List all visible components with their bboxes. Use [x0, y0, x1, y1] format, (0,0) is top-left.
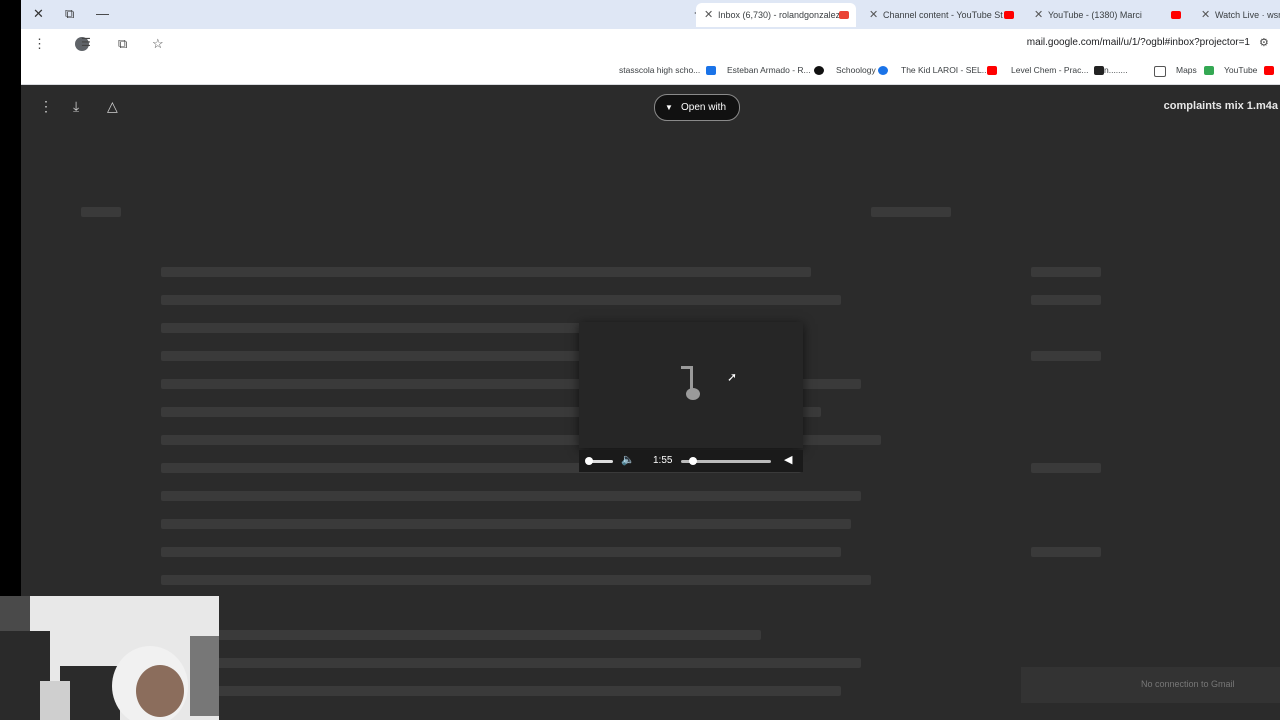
ghost-email-row [161, 519, 851, 529]
seek-knob[interactable] [689, 457, 697, 465]
gmail-icon [839, 11, 849, 19]
bookmark-youtube[interactable]: YouTube [1224, 65, 1257, 75]
maps-icon [1204, 66, 1214, 75]
tab-channel-content[interactable]: ✕ Channel content - YouTube St [861, 3, 1021, 27]
tab-search-icon[interactable]: ⧉ [118, 36, 127, 52]
tab-close-icon[interactable]: ✕ [1201, 3, 1210, 27]
youtube-icon [1171, 11, 1181, 19]
tab-watch-live[interactable]: ✕ Watch Live · wsn- [1193, 3, 1280, 27]
ghost-sender [1031, 267, 1101, 277]
school-icon [706, 66, 716, 75]
browser-toolbar: ⋮ ☰ ⧉ ☆ mail.google.com/mail/u/1/?ogbl#i… [21, 29, 1280, 59]
notification-toast: No connection to Gmail [1021, 667, 1280, 703]
audio-player[interactable]: ➚ [579, 322, 803, 448]
level-chem-icon [1094, 66, 1104, 75]
youtube-icon [987, 66, 997, 75]
ghost-sender [1031, 351, 1101, 361]
ghost-email-row [161, 323, 581, 333]
playback-time: 1:55 [653, 455, 673, 466]
extensions-icon[interactable]: ☰ [81, 36, 91, 49]
ghost-sender [1031, 295, 1101, 305]
add-to-drive-icon[interactable]: △ [107, 98, 118, 115]
webcam-overlay [0, 596, 219, 720]
bookmark-schoology[interactable]: Schoology [836, 65, 876, 75]
browser-tab-bar: ✕ ⧉ — + ✕ Watch Live · wsn- ✕ YouTube - … [21, 0, 1280, 29]
volume-icon[interactable]: 🔈 [621, 453, 635, 466]
ghost-email-row [161, 686, 841, 696]
bookmark-folder-dots[interactable]: n........ [1104, 65, 1128, 75]
ghost-email-row [161, 267, 811, 277]
ghost-email-row [161, 491, 861, 501]
webcam-image [0, 596, 219, 720]
spotify-icon [814, 66, 824, 75]
window-restore-icon[interactable]: ⧉ [65, 6, 74, 22]
tab-label: Watch Live · wsn- [1215, 10, 1280, 20]
window-close-icon[interactable]: ✕ [33, 6, 44, 22]
ghost-sender [1031, 463, 1101, 473]
ghost-email-row [161, 658, 861, 668]
bookmarks-bar: YouTube Maps n........ Level Chem - Prac… [21, 59, 1280, 85]
bookmark-stasscola[interactable]: stasscola high scho... [619, 65, 700, 75]
ghost-date [81, 207, 121, 217]
menu-kebab-icon[interactable]: ⋮ [33, 36, 46, 52]
tab-youtube-marci[interactable]: ✕ YouTube - (1380) Marci [1026, 3, 1186, 27]
tab-label: Channel content - YouTube St [883, 10, 1003, 20]
volume-knob[interactable] [585, 457, 593, 465]
mouse-cursor-icon: ➚ [727, 370, 738, 384]
toast-text: No connection to Gmail [1141, 679, 1235, 689]
address-bar[interactable]: mail.google.com/mail/u/1/?ogbl#inbox?pro… [1027, 37, 1250, 48]
open-with-label: Open with [681, 102, 727, 113]
bookmark-star-icon[interactable]: ☆ [152, 36, 164, 52]
schoology-icon [878, 66, 888, 75]
tab-gmail-inbox[interactable]: ✕ Inbox (6,730) - rolandgonzalez [696, 3, 856, 27]
bookmark-level-chem[interactable]: Level Chem - Prac... [1011, 65, 1088, 75]
tab-label: Inbox (6,730) - rolandgonzalez [718, 10, 841, 20]
folder-icon[interactable] [1154, 66, 1166, 77]
youtube-icon [1264, 66, 1274, 75]
audio-controls: 🔈 1:55 ◀ [579, 450, 803, 472]
site-info-icon[interactable]: ⚙ [1259, 36, 1269, 49]
file-name: complaints mix 1.m4a [1163, 100, 1278, 112]
bookmark-maps[interactable]: Maps [1176, 65, 1197, 75]
ghost-email-row [161, 630, 761, 640]
ghost-sender [871, 207, 951, 217]
bookmark-esteban-armado[interactable]: Esteban Armado - R... [727, 65, 811, 75]
tab-label: YouTube - (1380) Marci [1048, 10, 1142, 20]
open-with-button[interactable]: ▼ Open with [654, 94, 740, 121]
ghost-email-row [161, 295, 841, 305]
ghost-sender [1031, 547, 1101, 557]
caret-down-icon: ▼ [665, 103, 673, 112]
viewer-toolbar: ⋮ ⤓ △ complaints mix 1.m4a [21, 92, 1280, 122]
play-icon[interactable]: ◀ [784, 453, 792, 466]
window-minimize-icon[interactable]: — [96, 6, 109, 21]
tab-close-icon[interactable]: ✕ [704, 3, 713, 27]
ghost-email-row [161, 575, 871, 585]
download-icon[interactable]: ⤓ [73, 98, 79, 115]
ghost-email-row [161, 547, 841, 557]
tab-close-icon[interactable]: ✕ [869, 3, 878, 27]
more-options-icon[interactable]: ⋮ [39, 98, 53, 115]
bookmark-kid-laroi[interactable]: The Kid LAROI - SEL... [901, 65, 989, 75]
music-note-icon [681, 366, 700, 400]
tab-close-icon[interactable]: ✕ [1034, 3, 1043, 27]
youtube-studio-icon [1004, 11, 1014, 19]
